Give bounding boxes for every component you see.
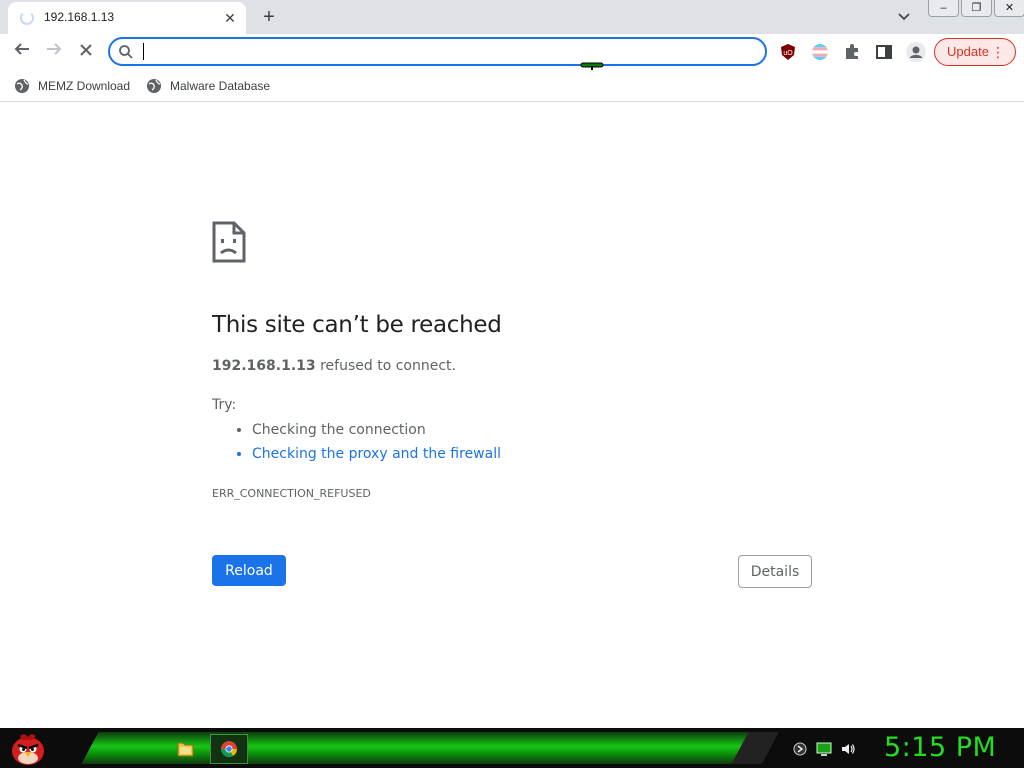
tab-title: 192.168.1.13 bbox=[44, 10, 115, 24]
globe-icon bbox=[15, 79, 29, 93]
new-tab-button[interactable]: + bbox=[258, 6, 280, 28]
browser-tab[interactable]: 192.168.1.13 ✕ bbox=[8, 2, 246, 34]
bookmark-memz-download[interactable]: MEMZ Download bbox=[14, 76, 130, 96]
error-page: This site can’t be reached 192.168.1.13 … bbox=[0, 103, 1024, 728]
search-icon bbox=[119, 45, 133, 59]
flag-circle-icon bbox=[812, 44, 828, 60]
update-label: Update bbox=[947, 44, 989, 59]
puzzle-piece-icon bbox=[846, 44, 858, 59]
restore-button[interactable]: ❐ bbox=[961, 0, 992, 17]
menu-dots-icon: ⋮ bbox=[991, 44, 1005, 60]
taskbar-clock[interactable]: 5:15 PM bbox=[884, 732, 996, 763]
loading-spinner-icon bbox=[20, 11, 34, 25]
tab-close-icon[interactable]: ✕ bbox=[220, 8, 240, 28]
error-title: This site can’t be reached bbox=[212, 312, 502, 338]
taskbar-chrome[interactable] bbox=[210, 734, 248, 764]
window-controls: – ❐ ✕ bbox=[928, 0, 1024, 18]
address-bar[interactable] bbox=[108, 37, 767, 66]
ublock-extension-button[interactable]: uO bbox=[776, 40, 800, 64]
taskbar-file-explorer[interactable] bbox=[166, 734, 204, 764]
suggestion-list: Checking the connection Checking the pro… bbox=[234, 420, 501, 468]
bookmark-malware-database[interactable]: Malware Database bbox=[146, 76, 270, 96]
monitor-icon[interactable] bbox=[816, 741, 832, 757]
details-button[interactable]: Details bbox=[738, 555, 812, 588]
extensions-button[interactable] bbox=[840, 40, 864, 64]
chevron-down-icon bbox=[898, 13, 910, 21]
suggestion-check-proxy-link[interactable]: Checking the proxy and the firewall bbox=[252, 444, 501, 468]
browser-toolbar: uO Update ⋮ bbox=[0, 34, 1024, 85]
tab-strip: 192.168.1.13 ✕ + – ❐ ✕ bbox=[0, 0, 1024, 34]
chrome-icon bbox=[221, 741, 237, 757]
bookmark-label: Malware Database bbox=[170, 79, 271, 93]
error-host: 192.168.1.13 bbox=[212, 358, 316, 374]
side-panel-button[interactable] bbox=[872, 40, 896, 64]
try-label: Try: bbox=[212, 397, 237, 413]
tab-search-button[interactable] bbox=[894, 8, 914, 26]
reload-button[interactable]: Reload bbox=[212, 555, 286, 586]
side-panel-icon bbox=[876, 45, 892, 59]
network-icon[interactable] bbox=[792, 741, 808, 757]
back-arrow-icon bbox=[14, 43, 29, 55]
error-description: 192.168.1.13 refused to connect. bbox=[212, 358, 456, 374]
update-button[interactable]: Update ⋮ bbox=[934, 38, 1016, 66]
close-window-button[interactable]: ✕ bbox=[994, 0, 1024, 17]
suggestion-check-connection: Checking the connection bbox=[252, 420, 501, 444]
folder-icon bbox=[177, 742, 194, 757]
speaker-icon[interactable] bbox=[840, 741, 856, 757]
start-button[interactable] bbox=[6, 728, 48, 768]
avatar-icon bbox=[906, 42, 926, 62]
bookmarks-bar: MEMZ Download Malware Database bbox=[0, 70, 1024, 102]
forward-arrow-icon bbox=[47, 43, 62, 55]
profile-button[interactable] bbox=[904, 40, 928, 64]
error-code: ERR_CONNECTION_REFUSED bbox=[212, 487, 371, 500]
globe-icon bbox=[147, 79, 161, 93]
address-input[interactable] bbox=[144, 43, 744, 61]
bookmark-label: MEMZ Download bbox=[38, 79, 131, 93]
pride-extension-button[interactable] bbox=[808, 40, 832, 64]
svg-text:uO: uO bbox=[783, 50, 793, 57]
stop-icon bbox=[80, 44, 92, 56]
minimize-button[interactable]: – bbox=[928, 0, 959, 17]
forward-button[interactable] bbox=[42, 40, 66, 64]
error-message: refused to connect. bbox=[315, 358, 456, 374]
screen: 192.168.1.13 ✕ + – ❐ ✕ uO Update ⋮ MEMZ … bbox=[0, 0, 1024, 768]
sad-page-icon bbox=[212, 221, 246, 263]
stop-button[interactable] bbox=[74, 40, 98, 64]
taskbar: 5:15 PM bbox=[0, 728, 1024, 768]
back-button[interactable] bbox=[10, 40, 34, 64]
shield-icon: uO bbox=[781, 44, 795, 60]
